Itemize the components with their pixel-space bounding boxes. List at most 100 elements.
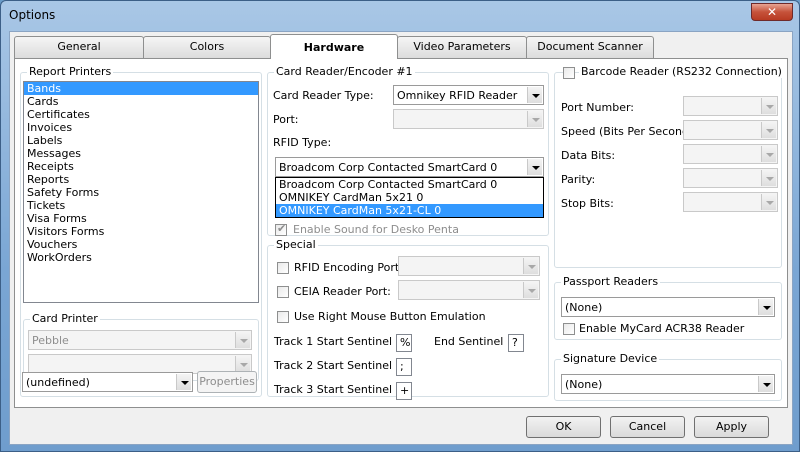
printer-target-combo[interactable]: (undefined) — [22, 372, 193, 392]
ceia-port-label: CEIA Reader Port: — [294, 285, 391, 298]
rfid-type-combo[interactable]: Broadcom Corp Contacted SmartCard 0 — [275, 157, 544, 177]
data-bits-combo[interactable] — [683, 144, 778, 164]
track1-input[interactable]: % — [396, 334, 412, 352]
chevron-down-icon — [235, 332, 250, 348]
tab-general[interactable]: General — [14, 36, 144, 58]
end-sentinel-label: End Sentinel : — [434, 335, 511, 348]
apply-button[interactable]: Apply — [694, 416, 769, 438]
passport-value: (None) — [565, 301, 603, 314]
end-sentinel-input[interactable]: ? — [508, 334, 524, 352]
list-item[interactable]: Visa Forms — [24, 212, 258, 225]
rfid-type-dropdown[interactable]: Broadcom Corp Contacted SmartCard 0 OMNI… — [275, 177, 544, 218]
signature-group: Signature Device (None) — [554, 352, 782, 401]
parity-label: Parity: — [561, 173, 596, 186]
report-printers-group: Report Printers Bands Cards Certificates… — [20, 65, 262, 397]
track2-input[interactable]: ; — [396, 358, 412, 376]
speed-combo[interactable] — [683, 120, 778, 140]
dialog-body: General Colors Hardware Video Parameters… — [9, 31, 793, 445]
chevron-down-icon — [761, 194, 776, 210]
chevron-down-icon — [235, 356, 250, 372]
dropdown-option[interactable]: Broadcom Corp Contacted SmartCard 0 — [276, 178, 543, 191]
port-number-label: Port Number: — [561, 101, 635, 114]
port-number-combo[interactable] — [683, 96, 778, 116]
rfid-type-value: Broadcom Corp Contacted SmartCard 0 — [279, 161, 498, 174]
barcode-label: Barcode Reader (RS232 Connection) — [579, 65, 784, 78]
report-printers-list[interactable]: Bands Cards Certificates Invoices Labels… — [23, 81, 259, 303]
rfid-port-checkbox[interactable] — [277, 262, 289, 274]
chevron-down-icon — [761, 146, 776, 162]
rfid-port-combo[interactable] — [398, 256, 540, 276]
ok-button[interactable]: OK — [526, 416, 601, 438]
data-bits-label: Data Bits: — [561, 149, 616, 162]
sound-checkbox[interactable] — [275, 222, 287, 236]
stop-bits-label: Stop Bits: — [561, 197, 614, 210]
card-printer-label: Card Printer — [30, 312, 100, 325]
list-item[interactable]: Visitors Forms — [24, 225, 258, 238]
close-button[interactable]: ✕ — [751, 3, 793, 21]
printer-target-value: (undefined) — [26, 376, 90, 389]
signature-label: Signature Device — [561, 352, 660, 365]
port-label: Port: — [273, 113, 299, 126]
passport-combo[interactable]: (None) — [561, 297, 775, 317]
chevron-down-icon — [523, 282, 538, 298]
list-item[interactable]: Cards — [24, 95, 258, 108]
rfid-type-label: RFID Type: — [273, 136, 332, 149]
options-window: Options ✕ General Colors Hardware Video … — [0, 0, 800, 452]
list-item[interactable]: Labels — [24, 134, 258, 147]
ceia-port-checkbox[interactable] — [277, 286, 289, 298]
card-reader-group: Card Reader/Encoder #1 Card Reader Type:… — [267, 65, 549, 236]
card-reader-label: Card Reader/Encoder #1 — [274, 65, 415, 78]
signature-combo[interactable]: (None) — [561, 374, 775, 394]
parity-combo[interactable] — [683, 168, 778, 188]
list-item[interactable]: Reports — [24, 173, 258, 186]
special-label: Special — [274, 238, 318, 251]
right-mouse-label: Use Right Mouse Button Emulation — [294, 310, 486, 323]
card-printer-combo[interactable]: Pebble — [28, 330, 252, 350]
list-item[interactable]: Invoices — [24, 121, 258, 134]
dropdown-option[interactable]: OMNIKEY CardMan 5x21-CL 0 — [276, 204, 543, 217]
tab-hardware[interactable]: Hardware — [270, 34, 398, 59]
chevron-down-icon — [761, 170, 776, 186]
special-group: Special RFID Encoding Port: CEIA Reader … — [267, 238, 549, 400]
chevron-down-icon — [523, 258, 538, 274]
card-printer-value: Pebble — [32, 334, 69, 347]
list-item[interactable]: WorkOrders — [24, 251, 258, 264]
list-item[interactable]: Bands — [24, 82, 258, 95]
rfid-port-label: RFID Encoding Port: — [294, 261, 403, 274]
window-title: Options — [9, 8, 56, 22]
signature-value: (None) — [565, 378, 603, 391]
list-item[interactable]: Receipts — [24, 160, 258, 173]
port-combo[interactable] — [393, 109, 544, 129]
track3-input[interactable]: + — [396, 382, 412, 400]
tab-video-parameters[interactable]: Video Parameters — [397, 36, 527, 58]
list-item[interactable]: Vouchers — [24, 238, 258, 251]
card-reader-type-value: Omnikey RFID Reader — [397, 89, 518, 102]
speed-label: Speed (Bits Per Second): — [561, 125, 697, 138]
mycard-label: Enable MyCard ACR38 Reader — [579, 322, 745, 335]
ceia-port-combo[interactable] — [398, 280, 540, 300]
card-reader-type-combo[interactable]: Omnikey RFID Reader — [393, 85, 544, 105]
properties-button[interactable]: Properties — [197, 371, 257, 393]
list-item[interactable]: Tickets — [24, 199, 258, 212]
tab-document-scanner[interactable]: Document Scanner — [526, 36, 654, 58]
chevron-down-icon — [758, 376, 773, 392]
list-item[interactable]: Safety Forms — [24, 186, 258, 199]
barcode-checkbox[interactable] — [563, 67, 575, 79]
list-item[interactable]: Certificates — [24, 108, 258, 121]
tab-colors[interactable]: Colors — [143, 36, 271, 58]
chevron-down-icon — [761, 98, 776, 114]
mycard-checkbox[interactable] — [563, 323, 575, 335]
sound-label: Enable Sound for Desko Penta — [293, 223, 459, 236]
passport-group: Passport Readers (None) Enable MyCard AC… — [554, 275, 782, 340]
chevron-down-icon — [527, 87, 542, 103]
chevron-down-icon — [761, 122, 776, 138]
right-mouse-checkbox[interactable] — [277, 311, 289, 323]
track2-label: Track 2 Start Sentinel : — [274, 359, 400, 372]
cancel-button[interactable]: Cancel — [610, 416, 685, 438]
hardware-panel: Report Printers Bands Cards Certificates… — [14, 58, 788, 408]
dropdown-option[interactable]: OMNIKEY CardMan 5x21 0 — [276, 191, 543, 204]
chevron-down-icon — [527, 111, 542, 127]
list-item[interactable]: Messages — [24, 147, 258, 160]
stop-bits-combo[interactable] — [683, 192, 778, 212]
track3-label: Track 3 Start Sentinel : — [274, 383, 400, 396]
